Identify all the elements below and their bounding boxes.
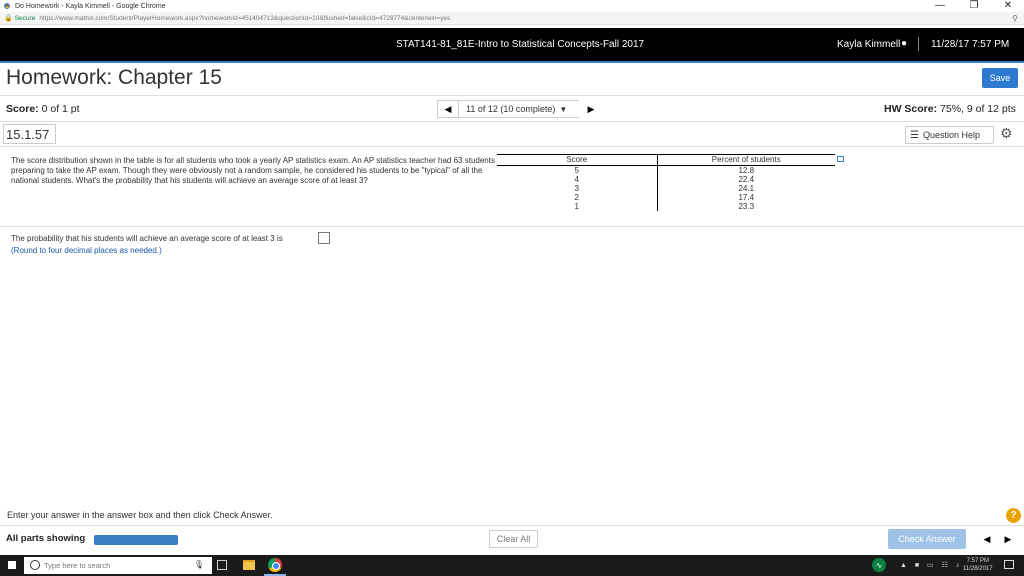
address-bar[interactable]: 🔒 Secure https://www.mathxl.com/Student/… [0, 12, 1024, 25]
parts-progress-bar [94, 535, 178, 545]
user-name[interactable]: Kayla Kimmell [837, 39, 900, 50]
gear-icon[interactable]: ⚙ [1000, 125, 1013, 142]
table-header-score: Score [497, 154, 658, 166]
header-datetime: 11/28/17 7:57 PM [931, 39, 1010, 50]
save-button[interactable]: Save [982, 68, 1018, 88]
answer-input[interactable] [318, 232, 330, 244]
table-row: 5 12.8 [497, 165, 835, 175]
score-label: Score: [6, 103, 39, 115]
app-header: STAT141-81_81E-Intro to Statistical Conc… [0, 28, 1024, 61]
copy-table-icon[interactable] [837, 156, 844, 162]
clear-all-button[interactable]: Clear All [489, 530, 538, 548]
url-text[interactable]: https://www.mathxl.com/Student/PlayerHom… [39, 15, 450, 22]
table-cell-score: 4 [497, 175, 658, 184]
clock-date: 11/28/2017 [963, 566, 993, 572]
previous-question-button[interactable]: ◀ [437, 100, 459, 118]
window-controls: — ❐ ✕ [932, 0, 1016, 12]
divider [0, 121, 1024, 122]
next-question-button[interactable]: ▶ [580, 100, 602, 118]
table-cell-score: 5 [497, 165, 658, 175]
question-number: 15.1.57 [3, 124, 56, 144]
taskbar-search-placeholder: Type here to search [44, 561, 111, 570]
header-accent-line [0, 61, 1024, 63]
microphone-icon[interactable]: 🎙 [194, 560, 204, 569]
table-cell-percent: 24.1 [738, 184, 755, 193]
chevron-down-icon: ▼ [559, 104, 568, 114]
header-divider [918, 37, 919, 51]
task-view-icon[interactable] [217, 560, 227, 570]
browser-titlebar: Do Homework - Kayla Kimmell - Google Chr… [0, 0, 1024, 12]
lock-icon: 🔒 [4, 15, 13, 22]
taskbar-clock[interactable]: 7:57 PM 11/28/2017 [963, 557, 993, 573]
table-cell-percent: 17.4 [738, 193, 755, 202]
hw-score-value: 75%, 9 of 12 pts [940, 103, 1016, 115]
window-title: Do Homework - Kayla Kimmell - Google Chr… [15, 2, 166, 10]
secure-label: Secure [14, 14, 36, 22]
table-header-percent: Percent of students [657, 154, 835, 166]
taskbar-search-input[interactable]: Type here to search 🎙 [24, 557, 212, 574]
question-selector-label: 11 of 12 (10 complete) [466, 104, 556, 114]
previous-question-footer-button[interactable]: ◀ [978, 530, 996, 548]
clock-time: 7:57 PM [966, 558, 989, 564]
windows-start-icon[interactable] [8, 561, 16, 569]
parts-progress-fill [94, 535, 178, 545]
table-cell-score: 3 [497, 184, 658, 193]
file-explorer-icon[interactable] [243, 560, 255, 570]
divider [0, 146, 1024, 147]
windows-taskbar: Type here to search 🎙 ∿ ▲ ■ ▭ ☷ ♪ 7:57 P… [0, 555, 1024, 576]
table-cell-percent: 22.4 [738, 175, 755, 184]
divider [0, 525, 1024, 526]
zoom-icon[interactable]: ⚲ [1012, 14, 1018, 23]
screen: Do Homework - Kayla Kimmell - Google Chr… [0, 0, 1024, 576]
list-icon: ☰ [910, 129, 919, 141]
course-title: STAT141-81_81E-Intro to Statistical Conc… [396, 39, 645, 50]
question-text: The score distribution shown in the tabl… [11, 156, 495, 185]
table-row: 3 24.1 [497, 184, 835, 193]
minimize-icon[interactable]: — [932, 0, 948, 12]
question-score: Score: 0 of 1 pt [6, 103, 80, 115]
table-row: 4 22.4 [497, 175, 835, 184]
chrome-taskbar-icon[interactable] [268, 558, 282, 572]
table-header-row: Score Percent of students [497, 154, 835, 166]
round-hint: (Round to four decimal places as needed.… [11, 246, 162, 255]
activity-monitor-icon[interactable]: ∿ [872, 558, 886, 572]
score-distribution-table: Score Percent of students 5 12.8 4 22.4 … [497, 154, 835, 211]
chrome-logo-icon [3, 2, 11, 10]
hw-score-label: HW Score: [884, 103, 938, 115]
next-question-footer-button[interactable]: ▶ [999, 530, 1017, 548]
question-selector[interactable]: 11 of 12 (10 complete) ▼ [459, 100, 579, 118]
divider [0, 226, 1024, 227]
close-icon[interactable]: ✕ [1000, 0, 1016, 12]
restore-icon[interactable]: ❐ [966, 0, 982, 12]
table-cell-percent: 12.8 [738, 166, 755, 175]
instruction-text: Enter your answer in the answer box and … [7, 510, 273, 520]
hw-score: HW Score: 75%, 9 of 12 pts [884, 103, 1016, 115]
table-cell-score: 2 [497, 193, 658, 202]
table-row: 2 17.4 [497, 193, 835, 202]
all-parts-label: All parts showing [6, 533, 86, 544]
system-tray-icons[interactable]: ▲ ■ ▭ ☷ ♪ [900, 561, 962, 569]
user-icon[interactable]: ● [901, 38, 907, 49]
help-icon[interactable]: ? [1006, 508, 1021, 523]
question-help-button[interactable]: ☰ Question Help [905, 126, 994, 144]
answer-prompt: The probability that his students will a… [11, 234, 283, 243]
table-cell-score: 1 [497, 202, 658, 211]
divider [0, 95, 1024, 96]
notifications-icon[interactable] [1004, 560, 1014, 569]
score-value: 0 of 1 pt [41, 103, 80, 115]
question-help-label: Question Help [922, 130, 981, 140]
page-title: Homework: Chapter 15 [6, 66, 222, 89]
table-cell-percent: 23.3 [738, 202, 755, 211]
check-answer-button[interactable]: Check Answer [888, 529, 966, 549]
table-row: 1 23.3 [497, 202, 835, 211]
cortana-icon [30, 560, 40, 570]
